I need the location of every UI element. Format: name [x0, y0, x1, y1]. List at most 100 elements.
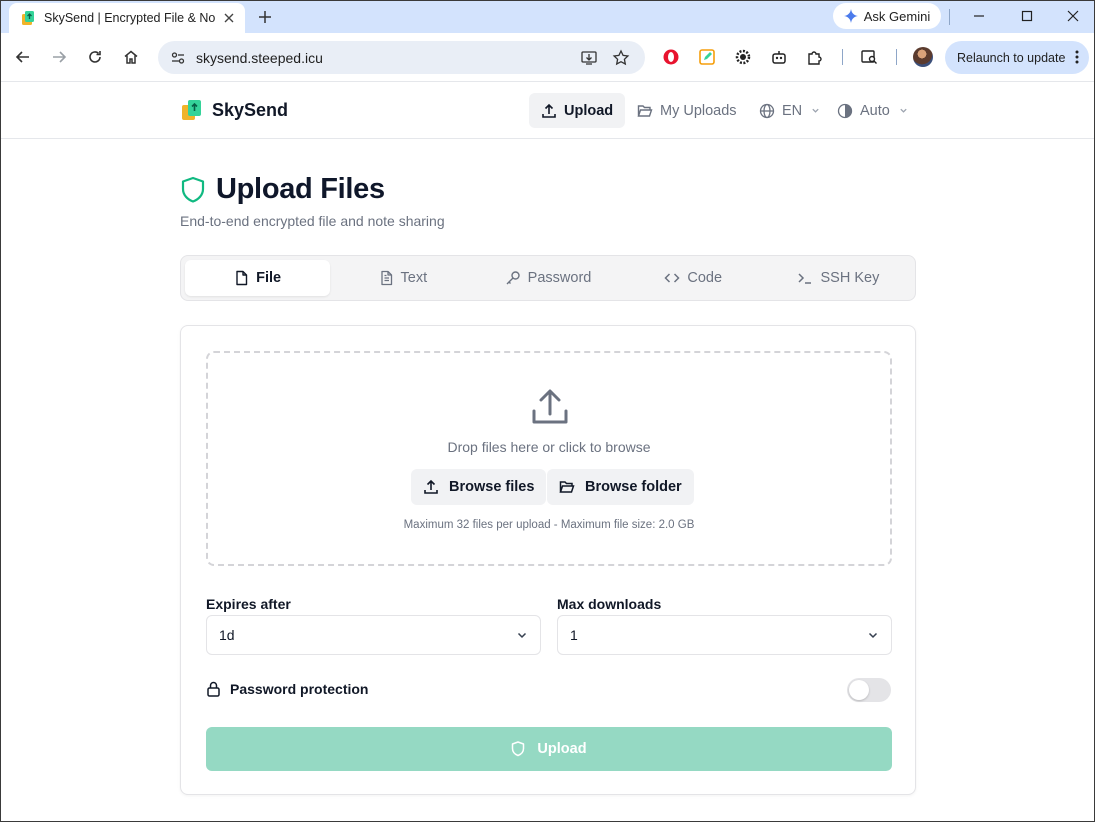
globe-icon	[759, 103, 775, 118]
browse-folder-label: Browse folder	[585, 479, 682, 495]
max-downloads-select[interactable]: 1	[557, 615, 892, 655]
expires-after-value: 1d	[219, 627, 235, 643]
skysend-logo-icon	[182, 100, 201, 120]
upload-submit-button[interactable]: Upload	[206, 727, 892, 771]
password-protection-row: Password protection	[206, 681, 368, 697]
opera-extension-icon[interactable]	[660, 46, 682, 68]
profile-avatar[interactable]	[913, 47, 933, 67]
close-window-icon[interactable]	[1061, 5, 1085, 27]
maximize-icon[interactable]	[1015, 5, 1039, 27]
more-menu-icon[interactable]	[1075, 50, 1079, 64]
max-downloads-value: 1	[570, 627, 578, 643]
browser-window: SkySend | Encrypted File & Note Sharing …	[0, 0, 1095, 822]
gear-extension-icon[interactable]	[732, 46, 754, 68]
edit-extension-icon[interactable]	[696, 46, 718, 68]
nav-my-uploads-label: My Uploads	[660, 102, 737, 119]
folder-open-icon	[637, 104, 653, 117]
tab-text-label: Text	[400, 270, 428, 286]
expires-after-label: Expires after	[206, 596, 291, 612]
password-protection-label: Password protection	[230, 681, 369, 697]
chevron-down-icon	[900, 108, 907, 113]
browser-toolbar: skysend.steeped.icu Relaunch to update	[1, 33, 1094, 82]
page-heading: Upload Files	[180, 173, 385, 206]
chevron-down-icon	[868, 632, 878, 639]
language-selector[interactable]: EN	[747, 93, 832, 128]
browse-folder-button[interactable]: Browse folder	[547, 469, 694, 505]
nav-my-uploads[interactable]: My Uploads	[625, 93, 749, 128]
file-icon	[236, 270, 248, 286]
extensions-puzzle-icon[interactable]	[804, 46, 826, 68]
tab-search-icon[interactable]	[858, 46, 880, 68]
new-tab-icon[interactable]	[254, 6, 276, 28]
upload-submit-label: Upload	[537, 741, 587, 757]
brand-name: SkySend	[212, 99, 289, 120]
forward-arrow-icon[interactable]	[48, 46, 70, 68]
back-arrow-icon[interactable]	[12, 46, 34, 68]
tab-strip: SkySend | Encrypted File & Note Sharing …	[1, 1, 1094, 33]
site-header: SkySend Upload My Uploads EN Auto	[1, 82, 1094, 139]
theme-label: Auto	[860, 102, 890, 119]
dropzone-instructions: Drop files here or click to browse	[447, 439, 651, 455]
minimize-icon[interactable]	[967, 5, 991, 27]
upload-icon	[542, 103, 556, 118]
address-bar[interactable]: skysend.steeped.icu	[158, 41, 645, 74]
tab-title: SkySend | Encrypted File & Note Sharing	[44, 11, 215, 25]
max-downloads-label: Max downloads	[557, 596, 662, 612]
tab-code-label: Code	[687, 270, 723, 286]
page-title: Upload Files	[216, 173, 385, 205]
tab-file-label: File	[256, 270, 282, 286]
close-tab-icon[interactable]	[221, 10, 237, 26]
chevron-down-icon	[812, 108, 819, 113]
key-icon	[506, 271, 520, 285]
install-app-icon[interactable]	[578, 47, 600, 69]
browser-tab-skysend[interactable]: SkySend | Encrypted File & Note Sharing	[9, 3, 245, 33]
reload-icon[interactable]	[84, 46, 106, 68]
code-icon	[664, 273, 680, 283]
upload-icon	[424, 479, 438, 494]
tab-password-label: Password	[527, 270, 592, 286]
relaunch-to-update-button[interactable]: Relaunch to update	[945, 41, 1089, 74]
nav-upload[interactable]: Upload	[529, 93, 626, 128]
folder-open-icon	[559, 481, 575, 493]
tab-ssh-key-label: SSH Key	[820, 270, 880, 286]
ask-gemini-button[interactable]: Ask Gemini	[833, 3, 941, 29]
file-dropzone[interactable]: Drop files here or click to browse Brows…	[206, 351, 892, 566]
upload-tray-icon	[532, 389, 568, 424]
tab-text[interactable]: Text	[330, 260, 475, 296]
terminal-icon	[798, 273, 812, 284]
text-file-icon	[380, 270, 392, 286]
bookmark-star-icon[interactable]	[610, 47, 632, 69]
divider	[896, 49, 897, 65]
tab-password[interactable]: Password	[475, 260, 620, 296]
tab-file[interactable]: File	[185, 260, 331, 296]
nav-upload-label: Upload	[564, 102, 614, 119]
toggle-knob	[849, 680, 869, 700]
share-type-tabs: File Text Password Code SSH Key	[180, 255, 916, 301]
lock-icon	[207, 681, 220, 697]
theme-selector[interactable]: Auto	[825, 93, 920, 128]
tab-ssh-key[interactable]: SSH Key	[766, 260, 911, 296]
theme-contrast-icon	[837, 103, 853, 118]
shield-icon	[181, 176, 205, 203]
browse-files-label: Browse files	[449, 479, 535, 495]
divider	[949, 9, 950, 25]
browse-files-button[interactable]: Browse files	[411, 469, 547, 505]
tab-code[interactable]: Code	[621, 260, 766, 296]
divider	[842, 49, 843, 65]
password-protection-toggle[interactable]	[847, 678, 891, 702]
relaunch-label: Relaunch to update	[957, 50, 1066, 65]
url-text: skysend.steeped.icu	[196, 49, 323, 66]
robot-extension-icon[interactable]	[768, 46, 790, 68]
chevron-down-icon	[517, 632, 527, 639]
gemini-sparkle-icon	[843, 9, 858, 23]
site-settings-icon[interactable]	[168, 48, 188, 68]
skysend-favicon-icon	[22, 11, 34, 25]
page-subtitle: End-to-end encrypted file and note shari…	[180, 213, 445, 229]
expires-after-select[interactable]: 1d	[206, 615, 541, 655]
ask-gemini-label: Ask Gemini	[863, 8, 931, 24]
home-icon[interactable]	[120, 46, 142, 68]
shield-icon	[512, 741, 525, 757]
upload-limits-note: Maximum 32 files per upload - Maximum fi…	[403, 519, 695, 531]
language-label: EN	[782, 102, 803, 119]
brand-logo-link[interactable]: SkySend	[180, 98, 288, 122]
